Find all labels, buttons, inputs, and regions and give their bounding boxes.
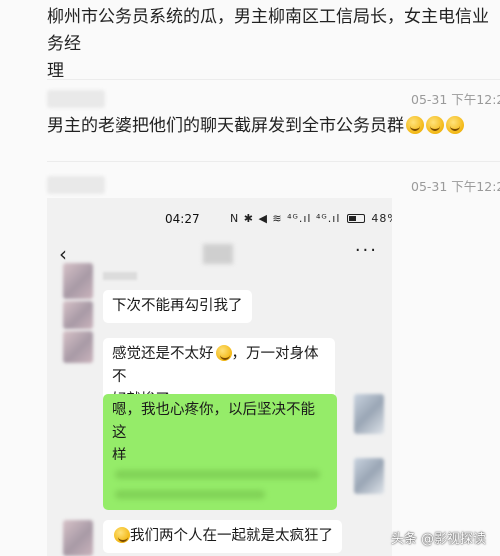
avatar (63, 331, 93, 363)
battery-percent: 48% (371, 212, 392, 225)
watermark-text: 头条 @影视探读 (390, 532, 486, 547)
status-bar: 04:27 N ✱ ◀ ≋ ⁴ᴳ.ıl ⁴ᴳ.ıl 48% (47, 198, 392, 238)
feed: 柳州市公务员系统的瓜，男主柳南区工信局长，女主电信业务经 理 05-31 下午1… (0, 0, 500, 556)
post-text: 柳州市公务员系统的瓜，男主柳南区工信局长，女主电信业务经 理 (47, 4, 500, 85)
message-text: 嗯，我也心疼你，以后坚决不能这 (112, 402, 315, 441)
signal-icons: N ✱ ◀ ≋ ⁴ᴳ.ıl ⁴ᴳ.ıl (230, 212, 341, 225)
avatar (354, 394, 384, 434)
laugh-cry-emoji-icon (406, 116, 424, 134)
chat-header: ‹ ··· (47, 238, 392, 272)
chat-screenshot-image[interactable]: 04:27 N ✱ ◀ ≋ ⁴ᴳ.ıl ⁴ᴳ.ıl 48% ‹ ··· 下次不能… (47, 198, 392, 556)
message-bubble: 下次不能再勾引我了 (103, 290, 252, 323)
avatar (63, 263, 93, 299)
chevron-left-icon: ‹ (59, 242, 67, 266)
post-text: 男主的老婆把他们的聊天截屏发到全市公务员群 (47, 113, 464, 140)
battery-icon (346, 214, 365, 223)
post-text-line: 男主的老婆把他们的聊天截屏发到全市公务员群 (47, 116, 404, 136)
message-text: 下次不能再勾引我了 (112, 298, 243, 314)
laugh-cry-emoji-icon (446, 116, 464, 134)
post-timestamp: 05-31 下午12:23 (411, 179, 500, 194)
more-icon: ··· (354, 240, 378, 261)
sender-name (103, 272, 137, 280)
blurred-text (115, 470, 320, 479)
message-text: 我们两个人在一起就是太疯狂了 (130, 528, 333, 544)
divider (47, 161, 500, 162)
message-bubble: 我们两个人在一起就是太疯狂了 (103, 520, 342, 553)
post-text-line: 理 (47, 61, 64, 81)
blurred-message-bubble (103, 460, 337, 510)
avatar (63, 301, 93, 329)
blurred-text (115, 490, 265, 499)
message-text: 感觉还是不太好 (112, 346, 214, 362)
chat-title (203, 244, 233, 264)
divider (47, 79, 500, 80)
post-text-line: 柳州市公务员系统的瓜，男主柳南区工信局长，女主电信业务经 (47, 7, 489, 54)
laugh-cry-emoji-icon (215, 345, 232, 361)
worried-emoji-icon (114, 527, 130, 543)
username[interactable] (47, 176, 105, 194)
status-icons: N ✱ ◀ ≋ ⁴ᴳ.ıl ⁴ᴳ.ıl 48% (230, 212, 392, 225)
laugh-cry-emoji-icon (426, 116, 444, 134)
avatar (354, 458, 384, 494)
watermark: 头条 @影视探读 (391, 528, 486, 547)
post-timestamp: 05-31 下午12:23 (411, 92, 500, 107)
avatar (63, 520, 93, 556)
status-time: 04:27 (165, 212, 200, 226)
username[interactable] (47, 90, 105, 108)
